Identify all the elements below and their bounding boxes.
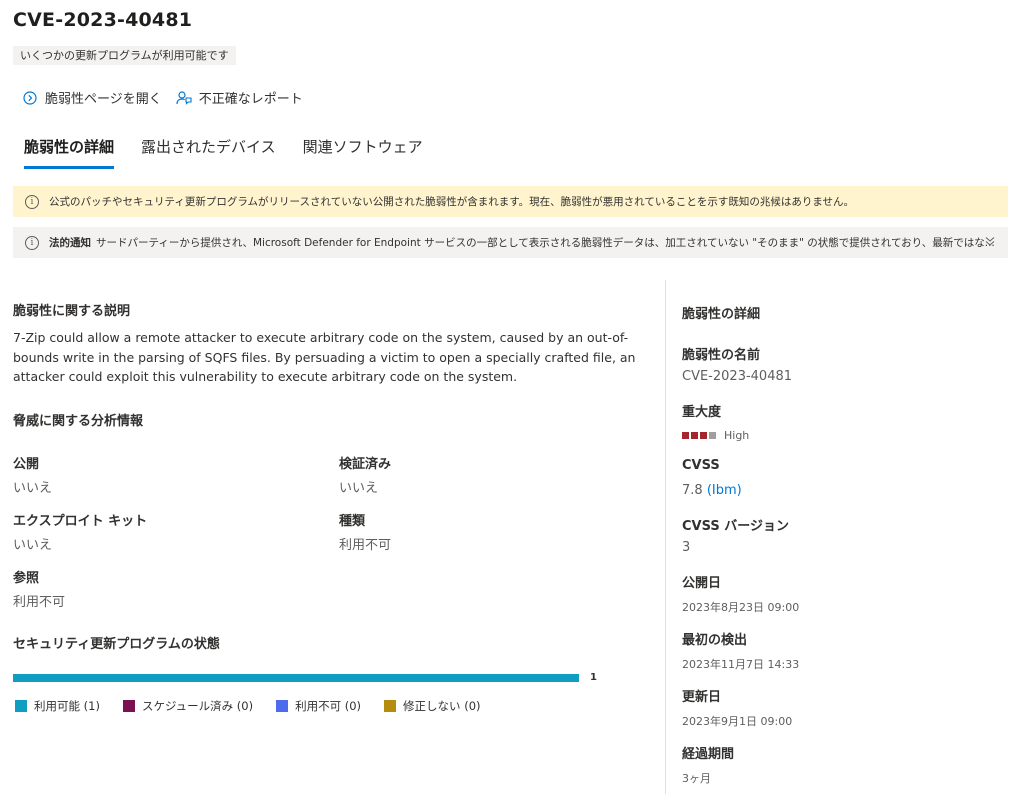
age-label: 経過期間 xyxy=(682,747,735,762)
inaccurate-report-label: 不正確なレポート xyxy=(198,92,303,107)
info-icon: i xyxy=(25,235,39,250)
legend-label: 利用可能 (1) xyxy=(34,699,100,713)
inaccurate-report-button[interactable]: 不正確なレポート xyxy=(176,88,303,107)
vulnerability-name-label: 脆弱性の名前 xyxy=(682,348,761,363)
age-value: 3ヶ月 xyxy=(682,772,711,785)
cvss-source-link[interactable]: (Ibm) xyxy=(707,483,742,498)
open-vulnerability-page-label: 脆弱性ページを開く xyxy=(45,92,162,107)
severity-bar-segment xyxy=(691,432,698,439)
legend-item: 修正しない (0) xyxy=(384,698,481,714)
cvss-version-label: CVSS バージョン xyxy=(682,519,790,534)
status-badge: いくつかの更新プログラムが利用可能です xyxy=(13,46,236,65)
legend-swatch xyxy=(384,700,397,712)
cvss-score: 7.8 xyxy=(682,483,703,498)
warning-banner: i 公式のパッチやセキュリティ更新プログラムがリリースされていない公開された脆弱… xyxy=(13,186,1008,217)
column-divider xyxy=(665,280,666,794)
references-label: 参照 xyxy=(13,571,40,586)
public-label: 公開 xyxy=(13,457,40,472)
report-person-icon xyxy=(176,90,192,106)
updated-label: 更新日 xyxy=(682,690,722,705)
open-vulnerability-page-button[interactable]: 脆弱性ページを開く xyxy=(22,88,162,107)
warning-banner-text: 公式のパッチやセキュリティ更新プログラムがリリースされていない公開された脆弱性が… xyxy=(49,196,855,208)
action-bar: 脆弱性ページを開く 不正確なレポート xyxy=(22,88,317,107)
legal-notice-text: サードパーティーから提供され、Microsoft Defender for En… xyxy=(96,237,995,249)
legend-label: 修正しない (0) xyxy=(403,699,481,713)
update-status-count: 1 xyxy=(590,672,597,683)
description-text: 7-Zip could allow a remote attacker to e… xyxy=(13,330,636,384)
update-status-heading: セキュリティ更新プログラムの状態 xyxy=(13,637,220,652)
severity-bar-segment xyxy=(709,432,716,439)
updated-value: 2023年9月1日 09:00 xyxy=(682,715,793,728)
threat-insights-heading: 脅威に関する分析情報 xyxy=(13,414,144,429)
verified-value: いいえ xyxy=(339,481,379,496)
page-title: CVE-2023-40481 xyxy=(13,9,193,31)
verified-label: 検証済み xyxy=(339,457,392,472)
legend-label: 利用不可 (0) xyxy=(295,699,362,713)
legal-notice-banner[interactable]: i 法的通知 サードパーティーから提供され、Microsoft Defender… xyxy=(13,227,1008,258)
type-label: 種類 xyxy=(339,514,366,529)
legal-notice-title: 法的通知 xyxy=(49,237,91,249)
update-status-legend: 利用可能 (1) スケジュール済み (0) 利用不可 (0) 修正しない (0) xyxy=(15,698,504,714)
tab-bar: 脆弱性の詳細 露出されたデバイス 関連ソフトウェア xyxy=(24,136,450,170)
details-heading: 脆弱性の詳細 xyxy=(682,307,761,322)
severity-bar-segment xyxy=(682,432,689,439)
info-icon: i xyxy=(25,194,39,209)
legend-swatch xyxy=(15,700,27,712)
cvss-label: CVSS xyxy=(682,458,720,473)
exploit-kit-label: エクスプロイト キット xyxy=(13,514,148,529)
public-value: いいえ xyxy=(13,481,53,496)
published-label: 公開日 xyxy=(682,576,722,591)
cvss-value: 7.8 (Ibm) xyxy=(682,483,742,498)
legend-label: スケジュール済み (0) xyxy=(141,699,254,713)
tab-related-software[interactable]: 関連ソフトウェア xyxy=(303,136,423,170)
legend-swatch xyxy=(276,700,289,712)
legend-swatch xyxy=(122,700,135,712)
published-value: 2023年8月23日 09:00 xyxy=(682,601,800,614)
severity-value: High xyxy=(724,429,750,442)
description-section: 脆弱性に関する説明 7-Zip could allow a remote att… xyxy=(13,300,665,387)
severity-label: 重大度 xyxy=(682,405,722,420)
legend-item: 利用可能 (1) xyxy=(15,698,100,714)
severity-bar-segment xyxy=(700,432,707,439)
type-value: 利用不可 xyxy=(339,538,392,553)
cvss-version-value: 3 xyxy=(682,540,691,555)
first-detected-label: 最初の検出 xyxy=(682,633,748,648)
tab-exposed-devices[interactable]: 露出されたデバイス xyxy=(141,136,276,170)
update-status-bar xyxy=(13,674,579,682)
references-value: 利用不可 xyxy=(13,595,66,610)
tab-vulnerability-details[interactable]: 脆弱性の詳細 xyxy=(24,136,115,170)
vulnerability-name-value: CVE-2023-40481 xyxy=(682,369,793,384)
legend-item: 利用不可 (0) xyxy=(276,698,361,714)
legend-item: スケジュール済み (0) xyxy=(122,698,254,714)
first-detected-value: 2023年11月7日 14:33 xyxy=(682,658,800,671)
exploit-kit-value: いいえ xyxy=(13,538,53,553)
description-heading: 脆弱性に関する説明 xyxy=(13,304,131,319)
chevron-right-circle-icon xyxy=(22,90,38,106)
double-chevron-down-icon[interactable] xyxy=(984,235,996,250)
severity-indicator: High xyxy=(682,429,749,442)
